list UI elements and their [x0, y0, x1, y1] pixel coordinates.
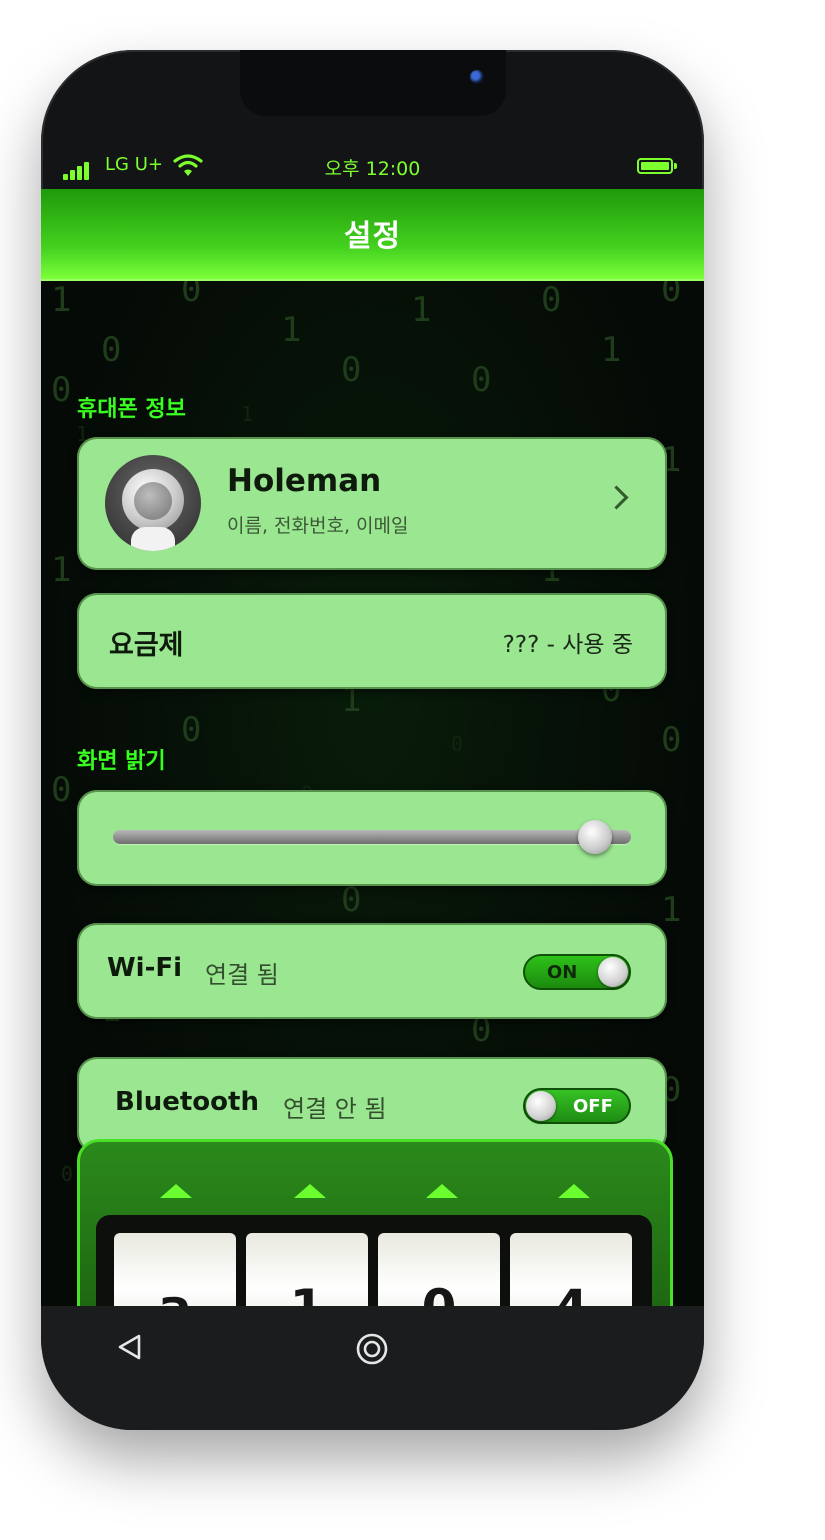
dial-3-up-arrow-icon[interactable]	[426, 1184, 458, 1198]
svg-text:0: 0	[471, 360, 491, 400]
dial-1-digit: a	[114, 1279, 236, 1306]
svg-text:0: 0	[101, 330, 121, 370]
wifi-toggle[interactable]: ON	[523, 954, 631, 990]
wifi-card[interactable]: Wi-Fi 연결 됨 ON	[77, 923, 667, 1019]
plan-card[interactable]: 요금제 ??? - 사용 중	[77, 593, 667, 689]
svg-text:1: 1	[241, 402, 253, 426]
svg-text:0: 0	[341, 350, 361, 390]
svg-text:1: 1	[51, 550, 71, 590]
wifi-toggle-knob	[598, 957, 628, 987]
brightness-slider-track[interactable]	[113, 830, 631, 844]
navigation-bar	[41, 1306, 704, 1430]
section-brightness: 화면 밝기	[77, 749, 166, 774]
front-camera	[470, 70, 484, 84]
svg-text:0: 0	[661, 281, 681, 310]
dial-2-up-arrow-icon[interactable]	[294, 1184, 326, 1198]
status-time: 오후 12:00	[324, 158, 421, 180]
svg-text:0: 0	[541, 281, 561, 320]
bluetooth-toggle-knob	[526, 1091, 556, 1121]
svg-text:1: 1	[411, 290, 431, 330]
dial-1[interactable]: a	[114, 1233, 236, 1306]
wifi-toggle-text: ON	[547, 962, 578, 983]
brightness-slider-thumb[interactable]	[577, 820, 612, 854]
phone-frame: LG U+ 오후 12:00 설정 1010 0101 010 101 010 …	[41, 50, 704, 1430]
section-phone-info: 휴대폰 정보	[77, 397, 186, 422]
notch	[240, 50, 506, 116]
wifi-label: Wi-Fi	[107, 953, 183, 983]
svg-text:1: 1	[51, 281, 71, 320]
svg-text:1: 1	[661, 890, 681, 930]
dial-3-digit: 0	[378, 1279, 500, 1306]
bluetooth-label: Bluetooth	[115, 1087, 259, 1117]
title-bar: 설정	[41, 189, 704, 281]
status-bar: LG U+ 오후 12:00	[41, 146, 704, 184]
svg-text:0: 0	[341, 880, 361, 920]
dial-1-up-arrow-icon[interactable]	[160, 1184, 192, 1198]
profile-card[interactable]: Holeman 이름, 전화번호, 이메일	[77, 437, 667, 570]
dial-4[interactable]: 4	[510, 1233, 632, 1306]
combination-lock: a 1 0 4	[77, 1139, 673, 1306]
settings-content[interactable]: 1010 0101 010 101 010 101 010 010 101 01…	[41, 281, 704, 1306]
svg-text:0: 0	[61, 1162, 73, 1186]
svg-text:0: 0	[51, 770, 71, 810]
dial-3[interactable]: 0	[378, 1233, 500, 1306]
home-icon[interactable]	[355, 1332, 389, 1366]
svg-text:0: 0	[451, 732, 463, 756]
chevron-right-icon	[604, 485, 629, 510]
svg-text:0: 0	[51, 370, 71, 410]
dial-4-digit: 4	[510, 1279, 632, 1306]
svg-text:0: 0	[181, 710, 201, 750]
page-title: 설정	[343, 219, 402, 254]
back-icon[interactable]	[115, 1332, 145, 1362]
dial-2-digit: 1	[246, 1279, 368, 1306]
profile-name: Holeman	[227, 463, 382, 499]
avatar	[105, 455, 201, 551]
profile-subtitle: 이름, 전화번호, 이메일	[227, 515, 409, 537]
battery-icon	[637, 158, 677, 174]
dial-2[interactable]: 1	[246, 1233, 368, 1306]
dial-frame: a 1 0 4	[96, 1215, 652, 1306]
bluetooth-toggle[interactable]: OFF	[523, 1088, 631, 1124]
wifi-status: 연결 됨	[205, 961, 279, 989]
plan-value: ??? - 사용 중	[502, 632, 633, 658]
plan-label: 요금제	[109, 630, 184, 661]
svg-text:0: 0	[181, 281, 201, 310]
svg-text:0: 0	[661, 720, 681, 760]
bluetooth-toggle-text: OFF	[573, 1096, 613, 1117]
brightness-card	[77, 790, 667, 886]
dial-4-up-arrow-icon[interactable]	[558, 1184, 590, 1198]
svg-text:1: 1	[601, 330, 621, 370]
svg-text:1: 1	[281, 310, 301, 350]
bluetooth-status: 연결 안 됨	[283, 1095, 387, 1123]
